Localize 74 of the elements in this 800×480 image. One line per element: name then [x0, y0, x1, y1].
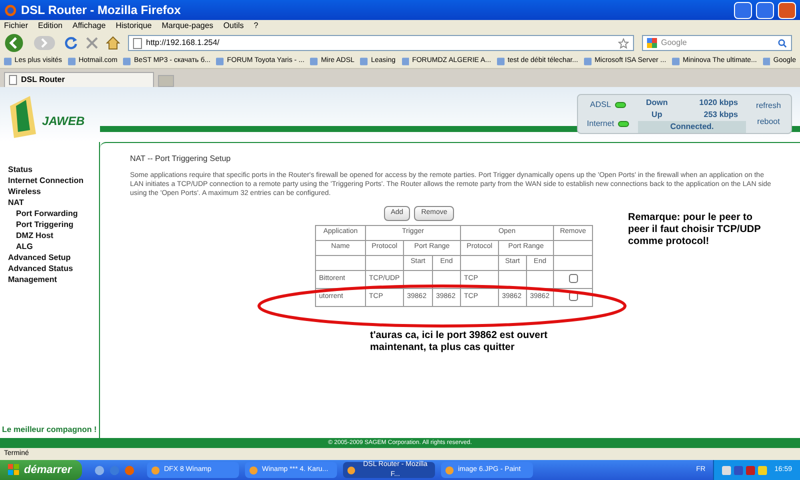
bookmark-icon [584, 56, 592, 66]
stop-icon[interactable] [86, 37, 98, 49]
sidebar-item[interactable]: NAT [8, 197, 99, 208]
menu-item[interactable]: ? [254, 20, 258, 32]
logo-icon [8, 94, 38, 138]
down-rate: 1020 kbps [698, 97, 738, 109]
start-button[interactable]: démarrer [0, 460, 82, 480]
google-icon [647, 38, 657, 48]
home-icon[interactable] [106, 36, 120, 50]
page-title: NAT -- Port Triggering Setup [130, 153, 232, 165]
annotation-comment: t'auras ca, ici le port 39862 est ouvert maintenant, ta plus cas quitter [370, 330, 548, 354]
menu-item[interactable]: Outils [223, 20, 244, 32]
bookmark-icon [310, 56, 318, 66]
bookmark-icon [4, 56, 12, 66]
app-icon [249, 466, 258, 474]
up-label: Up [650, 109, 664, 121]
sidebar-item[interactable]: Port Triggering [8, 219, 99, 230]
search-field[interactable]: Google [642, 35, 792, 51]
remove-checkbox[interactable] [568, 274, 578, 283]
url-text: http://192.168.1.254/ [146, 37, 220, 49]
bookmark-icon [672, 56, 680, 66]
sidebar-item[interactable]: Internet Connection [8, 175, 99, 186]
status-link[interactable]: reboot [757, 116, 780, 128]
annotation-note: Remarque: pour le peer to peer il faut choisir TCP/UDP comme protocol! [628, 212, 762, 248]
slogan-text: Le meilleur compagnon ! [2, 424, 98, 436]
sidebar-item[interactable]: Advanced Setup [8, 252, 99, 263]
back-icon[interactable] [4, 33, 26, 53]
sidebar-item[interactable]: ALG [8, 241, 99, 252]
page-icon [9, 75, 17, 85]
bookmark-icon [216, 56, 224, 66]
remove-checkbox[interactable] [568, 292, 578, 301]
app-icon [445, 466, 454, 474]
bookmark-icon [360, 56, 368, 66]
status-led-icon [618, 120, 630, 126]
windows-logo-icon [8, 464, 20, 476]
logo-text: JAWEB [42, 113, 85, 130]
bookmark-icon [123, 56, 132, 66]
close-button[interactable] [778, 2, 796, 18]
status-link[interactable]: refresh [756, 100, 781, 112]
browser-tab[interactable]: DSL Router [4, 72, 154, 87]
bookmark-icon [497, 56, 505, 66]
search-icon[interactable] [778, 38, 787, 48]
address-field[interactable]: http://192.168.1.254/ [128, 35, 634, 51]
sidebar-item[interactable]: Port Forwarding [8, 208, 99, 219]
menu-item[interactable]: Marque-pages [162, 20, 214, 32]
minimize-button[interactable] [734, 2, 752, 18]
sidebar-item[interactable]: DMZ Host [8, 230, 99, 241]
menu-item[interactable]: Fichier [4, 20, 28, 32]
down-label: Down [646, 97, 668, 109]
search-input[interactable]: Google [661, 37, 774, 49]
page-icon [133, 38, 142, 48]
menu-item[interactable]: Affichage [72, 20, 106, 32]
sidebar-item[interactable]: Status [8, 164, 99, 175]
sidebar-item[interactable]: Management [8, 274, 99, 285]
menu-item[interactable]: Edition [38, 20, 62, 32]
sidebar-item[interactable]: Advanced Status [8, 263, 99, 274]
adsl-label: ADSL [590, 98, 611, 110]
quick-launch-icon[interactable] [94, 464, 105, 476]
status-led-icon [614, 102, 626, 108]
sidebar-item[interactable]: Wireless [8, 186, 99, 197]
star-icon[interactable] [618, 38, 629, 48]
firefox-icon [4, 4, 17, 16]
bookmark-icon [68, 56, 76, 66]
internet-label: Internet [586, 118, 614, 130]
bookmark-icon [762, 56, 770, 66]
app-icon [347, 466, 356, 474]
connection-status: Connected. [638, 121, 746, 133]
window-title: DSL Router - Mozilla Firefox [21, 2, 182, 19]
reload-icon[interactable] [64, 36, 78, 50]
maximize-button[interactable] [756, 2, 774, 18]
up-rate: 253 kbps [702, 109, 738, 121]
menu-item[interactable]: Historique [116, 20, 152, 32]
bookmark-icon [402, 56, 410, 66]
app-icon [151, 466, 160, 474]
